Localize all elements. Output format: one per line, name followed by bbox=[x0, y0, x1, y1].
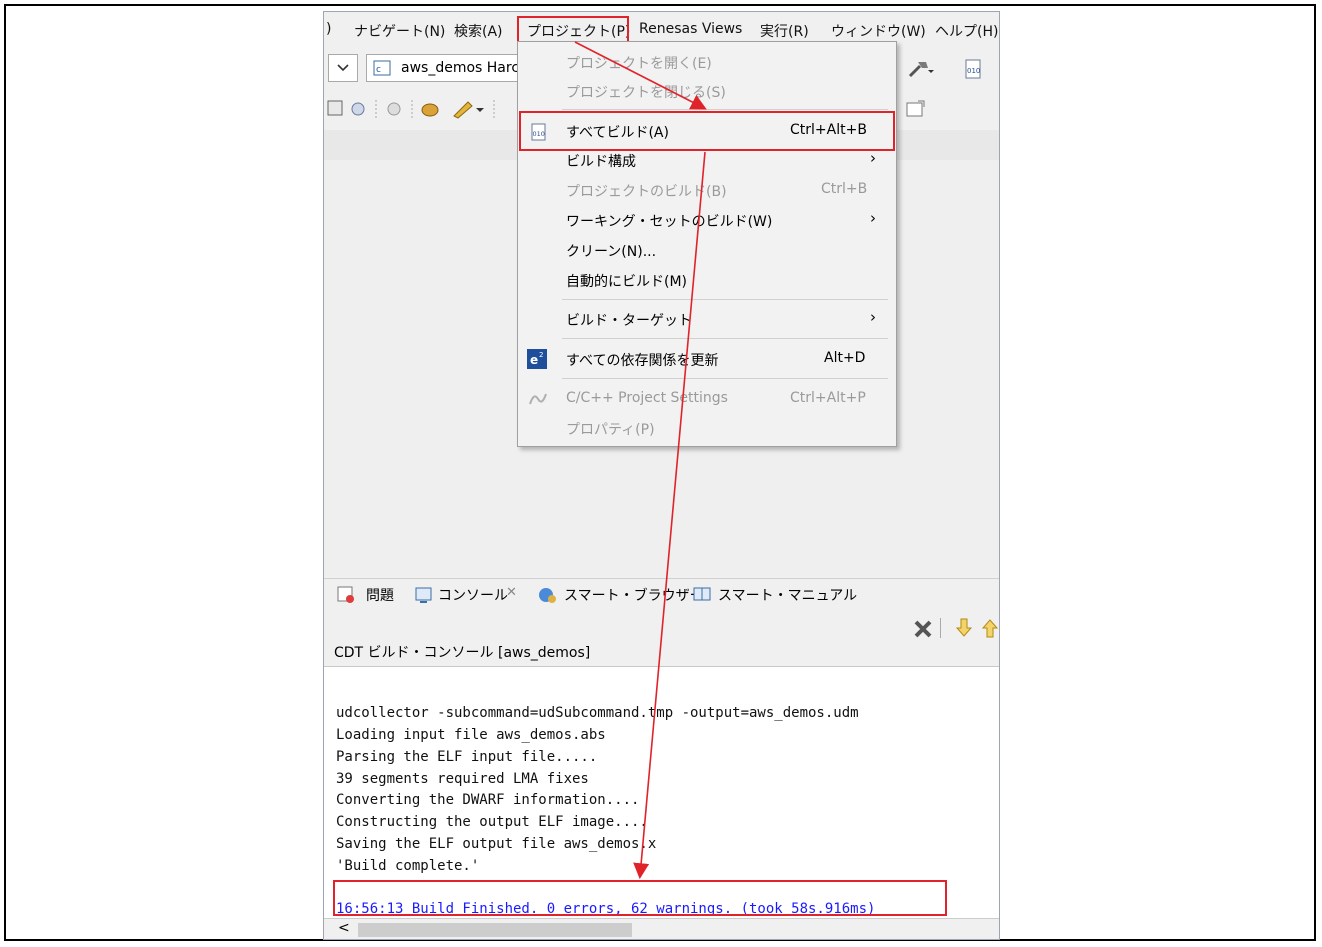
menu-renesas-views[interactable]: Renesas Views bbox=[639, 21, 742, 37]
console-line: Saving the ELF output file aws_demos.x bbox=[336, 836, 657, 852]
svg-text:2: 2 bbox=[539, 351, 543, 359]
console-line: Converting the DWARF information.... bbox=[336, 792, 640, 808]
menu-item-properties[interactable]: プロパティ(P) bbox=[518, 414, 896, 442]
menu-navigate[interactable]: ナビゲート(N) bbox=[354, 21, 445, 41]
menu-separator bbox=[562, 378, 888, 379]
menu-bar: ) ナビゲート(N) 検索(A) プロジェクト(P) Renesas Views… bbox=[324, 18, 999, 42]
toolbar-divider bbox=[940, 618, 941, 638]
submenu-arrow-icon: › bbox=[870, 308, 876, 326]
menu-item-build-targets[interactable]: ビルド・ターゲット › bbox=[518, 305, 896, 333]
scroll-left-icon[interactable]: < bbox=[338, 920, 350, 936]
menu-separator bbox=[562, 338, 888, 339]
close-icon[interactable]: ✕ bbox=[506, 585, 517, 600]
console-line: Loading input file aws_demos.abs bbox=[336, 727, 606, 743]
menu-item-build-automatically[interactable]: 自動的にビルド(M) bbox=[518, 266, 896, 294]
menu-help[interactable]: ヘルプ(H) bbox=[935, 21, 998, 41]
problems-icon bbox=[337, 586, 354, 603]
highlight-build-finished bbox=[333, 880, 947, 916]
console-line: 'Build complete.' bbox=[336, 858, 480, 874]
binary-file-icon[interactable]: 010 bbox=[964, 58, 984, 80]
scroll-thumb[interactable] bbox=[358, 923, 632, 937]
menu-item-cpp-project-settings[interactable]: C/C++ Project Settings Ctrl+Alt+P bbox=[518, 385, 896, 413]
menu-search[interactable]: 検索(A) bbox=[454, 21, 503, 41]
arrow-down-icon[interactable] bbox=[954, 616, 974, 640]
tab-problems[interactable]: 問題 bbox=[366, 585, 394, 605]
project-dropdown-menu: プロジェクトを開く(E) プロジェクトを閉じる(S) 010 すべてビルド(A)… bbox=[517, 41, 897, 447]
console-title: CDT ビルド・コンソール [aws_demos] bbox=[334, 645, 591, 661]
submenu-arrow-icon: › bbox=[870, 149, 876, 167]
submenu-arrow-icon: › bbox=[870, 209, 876, 227]
hammer-build-icon[interactable] bbox=[906, 58, 934, 80]
menu-item-update-dependencies[interactable]: e 2 すべての依存関係を更新 Alt+D bbox=[518, 345, 896, 373]
highlight-build-all bbox=[519, 111, 895, 151]
console-icon bbox=[415, 587, 432, 603]
launch-mode-dropdown[interactable] bbox=[328, 54, 358, 82]
toolbar-icons-group[interactable] bbox=[326, 98, 526, 120]
menu-item-open-project[interactable]: プロジェクトを開く(E) bbox=[518, 48, 896, 76]
tab-smart-manual[interactable]: スマート・マニュアル bbox=[718, 585, 857, 605]
svg-text:c: c bbox=[376, 65, 381, 75]
menu-truncated[interactable]: ) bbox=[326, 21, 331, 37]
clear-console-icon[interactable] bbox=[912, 618, 934, 640]
svg-text:e: e bbox=[530, 353, 538, 367]
svg-text:010: 010 bbox=[967, 67, 980, 75]
tab-console[interactable]: コンソール bbox=[438, 585, 508, 605]
menu-separator bbox=[562, 109, 888, 110]
console-line: Parsing the ELF input file..... bbox=[336, 749, 598, 765]
settings-wave-icon bbox=[529, 393, 547, 405]
console-line: Constructing the output ELF image.... bbox=[336, 814, 648, 830]
menu-run[interactable]: 実行(R) bbox=[760, 21, 809, 41]
chevron-down-icon bbox=[337, 64, 349, 72]
menu-item-clean[interactable]: クリーン(N)... bbox=[518, 236, 896, 264]
new-window-icon[interactable] bbox=[904, 98, 928, 120]
tab-smart-browser[interactable]: スマート・ブラウザー bbox=[564, 585, 704, 605]
menu-item-close-project[interactable]: プロジェクトを閉じる(S) bbox=[518, 77, 896, 105]
menu-separator bbox=[562, 299, 888, 300]
console-line: 39 segments required LMA fixes bbox=[336, 771, 589, 787]
menu-window[interactable]: ウィンドウ(W) bbox=[831, 21, 926, 41]
smart-browser-icon bbox=[539, 588, 556, 603]
menu-item-build-project[interactable]: プロジェクトのビルド(B) Ctrl+B bbox=[518, 176, 896, 204]
horizontal-scrollbar[interactable]: < bbox=[324, 918, 999, 939]
console-line: udcollector -subcommand=udSubcommand.tmp… bbox=[336, 705, 859, 721]
launch-config-label: aws_demos Harc bbox=[401, 60, 520, 76]
e2-studio-icon: e 2 bbox=[527, 349, 547, 369]
c-project-icon: c bbox=[373, 60, 391, 76]
highlight-project-menu bbox=[517, 16, 629, 43]
launch-config-combo[interactable]: c aws_demos Harc bbox=[366, 54, 526, 82]
bottom-view-tabs: 問題 コンソール ✕ スマート・ブラウザー スマート・マニュアル bbox=[324, 578, 999, 609]
menu-item-build-working-set[interactable]: ワーキング・セットのビルド(W) › bbox=[518, 206, 896, 234]
console-header: CDT ビルド・コンソール [aws_demos] bbox=[324, 612, 999, 664]
smart-manual-icon bbox=[693, 587, 711, 601]
arrow-up-icon[interactable] bbox=[980, 616, 1000, 640]
